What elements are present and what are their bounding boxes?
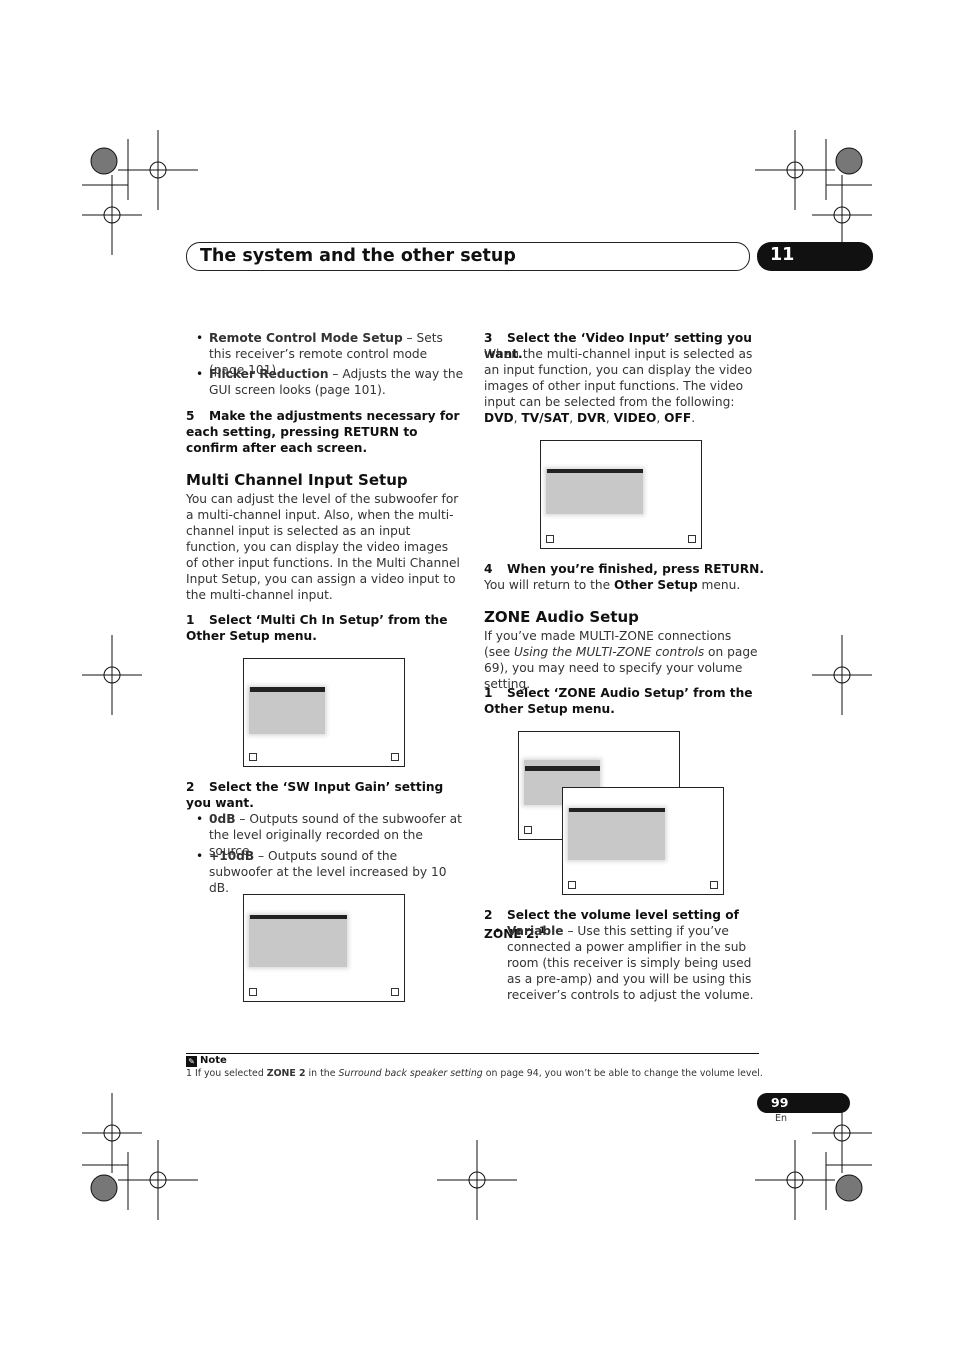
return-icon: [249, 988, 257, 996]
footnote-text: If you selected: [191, 1068, 267, 1079]
footnote-reference: Surround back speaker setting: [338, 1068, 483, 1079]
exit-icon: [710, 881, 718, 889]
language-label: En: [775, 1113, 788, 1124]
note-label: Note: [200, 1055, 227, 1066]
menu-panel: [546, 469, 643, 514]
screen-illustration-sw-gain: [243, 894, 405, 1002]
bullet-10db: +10dB – Outputs sound of the subwoofer a…: [186, 848, 464, 896]
footnote-bold: ZONE 2: [266, 1068, 306, 1079]
footnote: 1 If you selected ZONE 2 in the Surround…: [186, 1068, 763, 1079]
chapter-badge: 11: [757, 242, 873, 271]
menu-panel: [249, 687, 325, 734]
return-icon: [546, 535, 554, 543]
bullet-term: +10dB: [209, 849, 255, 863]
note-divider: [186, 1053, 759, 1054]
page-number-badge: 99: [757, 1093, 850, 1113]
step-number: 3: [484, 331, 493, 345]
section-header: The system and the other setup: [186, 242, 750, 271]
step-number: 2: [186, 780, 195, 794]
screen-illustration-multi-ch: [243, 658, 405, 767]
menu-highlight: [525, 766, 600, 771]
paragraph-text: menu.: [697, 578, 741, 592]
step-5: 5 Make the adjustments necessary for each…: [186, 408, 464, 456]
zone-intro: If you’ve made MULTI-ZONE connections (s…: [484, 628, 760, 692]
option-dvd: DVD: [484, 411, 514, 425]
option-dvr: DVR: [576, 411, 606, 425]
note-header: ✎ Note: [186, 1055, 227, 1067]
step-1-left: 1 Select ‘Multi Ch In Setup’ from the Oth…: [186, 612, 464, 644]
page-number: 99: [771, 1095, 789, 1110]
screen-illustration-zone-front: [562, 787, 724, 895]
menu-highlight: [250, 687, 325, 692]
footnote-text: on page 94, you won’t be able to change …: [482, 1068, 763, 1079]
bullet-term: Remote Control Mode Setup: [209, 331, 403, 345]
option-tv-sat: TV/SAT: [521, 411, 570, 425]
return-description: You will return to the Other Setup menu.: [484, 577, 760, 593]
menu-highlight: [250, 915, 347, 919]
section-title: The system and the other setup: [200, 246, 516, 266]
step-text: Make the adjustments necessary for each …: [186, 409, 460, 455]
step-2-left: 2 Select the ‘SW Input Gain’ setting you …: [186, 779, 464, 811]
option-off: OFF: [664, 411, 692, 425]
bullet-term: Variable: [507, 924, 564, 938]
return-icon: [249, 753, 257, 761]
exit-icon: [391, 753, 399, 761]
step-text: When you’re finished, press RETURN.: [507, 562, 765, 576]
menu-panel: [568, 808, 665, 860]
menu-highlight: [547, 469, 643, 473]
step-1-right: 1 Select ‘ZONE Audio Setup’ from the Othe…: [484, 685, 764, 717]
bullet-variable: Variable – Use this setting if you’ve co…: [484, 923, 759, 1003]
footnote-text: in the: [305, 1068, 339, 1079]
note-pencil-icon: ✎: [186, 1056, 197, 1067]
step-text: Select ‘Multi Ch In Setup’ from the Othe…: [186, 613, 448, 643]
option-video: VIDEO: [613, 411, 657, 425]
paragraph-text: You will return to the: [484, 578, 615, 592]
menu-highlight: [569, 808, 665, 812]
page: The system and the other setup 11 Remote…: [0, 0, 954, 1351]
exit-icon: [688, 535, 696, 543]
step-text: Select ‘ZONE Audio Setup’ from the Other…: [484, 686, 753, 716]
bullet-term: Flicker Reduction: [209, 367, 329, 381]
screen-illustration-video-input: [540, 440, 702, 549]
step-number: 1: [186, 613, 195, 627]
step-number: 5: [186, 409, 195, 423]
step-text: Select the ‘SW Input Gain’ setting you w…: [186, 780, 444, 810]
return-icon: [524, 826, 532, 834]
step-number: 2: [484, 908, 493, 922]
step-4-right: 4 When you’re finished, press RETURN.: [484, 561, 764, 577]
multi-channel-intro: You can adjust the level of the subwoofe…: [186, 492, 460, 602]
exit-icon: [391, 988, 399, 996]
heading-zone-audio: ZONE Audio Setup: [484, 608, 639, 626]
crop-marks: [82, 130, 872, 1220]
step-number: 1: [484, 686, 493, 700]
heading-multi-channel: Multi Channel Input Setup: [186, 471, 408, 489]
cross-reference: Using the MULTI-ZONE controls: [513, 645, 705, 659]
video-input-description: When the multi-channel input is selected…: [484, 347, 753, 425]
paragraph-text: When the multi-channel input is selected…: [484, 347, 753, 409]
bullet-term: 0dB: [209, 812, 236, 826]
return-icon: [568, 881, 576, 889]
step-number: 4: [484, 562, 493, 576]
menu-name: Other Setup: [614, 578, 698, 592]
menu-panel: [249, 915, 347, 967]
bullet-flicker-reduction: Flicker Reduction – Adjusts the way the …: [186, 366, 464, 398]
chapter-number: 11: [770, 245, 795, 265]
